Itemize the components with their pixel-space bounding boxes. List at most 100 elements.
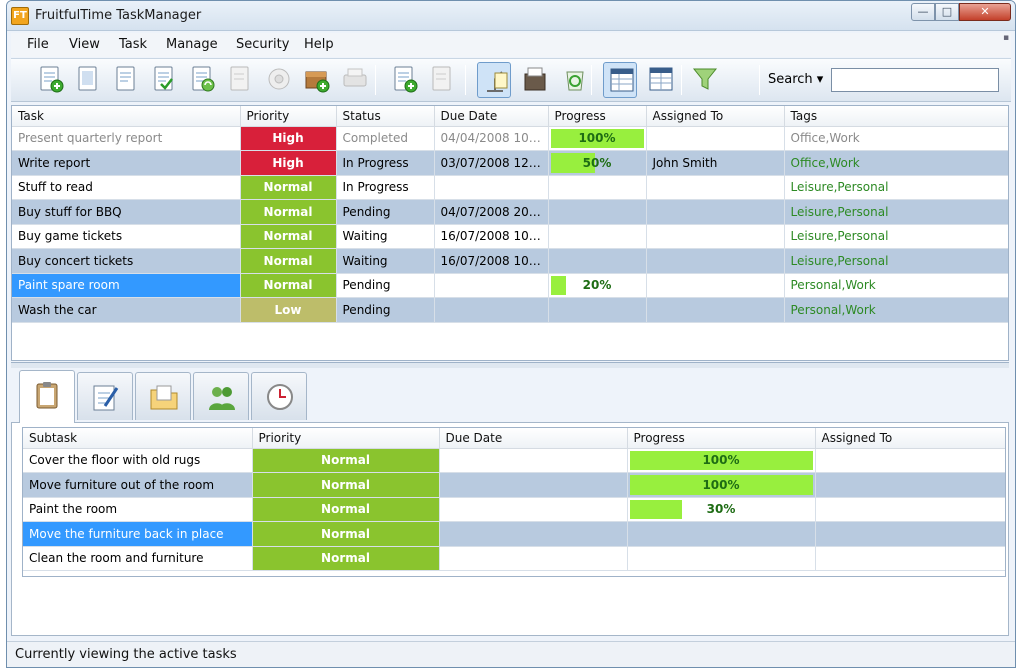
progress-cell[interactable] — [548, 199, 647, 225]
tags-cell[interactable]: Leisure,Personal — [784, 199, 1008, 225]
subtask-column-assigned-to[interactable]: Assigned To — [815, 428, 1005, 449]
status-cell[interactable]: Pending — [336, 199, 435, 225]
task-name-cell[interactable]: Present quarterly report — [12, 126, 241, 151]
task-name-cell[interactable]: Stuff to read — [12, 175, 241, 200]
tags-cell[interactable]: Leisure,Personal — [784, 248, 1008, 274]
menu-task[interactable]: Task — [119, 37, 147, 52]
due-date-cell[interactable] — [439, 472, 628, 498]
assigned-to-cell[interactable] — [646, 248, 785, 274]
status-cell[interactable]: Waiting — [336, 224, 435, 249]
priority-badge[interactable]: Normal — [252, 521, 440, 547]
subtask-row[interactable]: Move the furniture back in place Normal — [23, 521, 1005, 547]
assigned-to-cell[interactable] — [646, 199, 785, 225]
priority-badge[interactable]: Normal — [240, 224, 337, 249]
status-cell[interactable]: In Progress — [336, 175, 435, 200]
column-header-task[interactable]: Task — [12, 106, 241, 127]
splitter[interactable] — [11, 362, 1009, 368]
task-row[interactable]: Wash the car Low Pending Personal,Work — [12, 297, 1008, 323]
due-date-cell[interactable] — [434, 175, 549, 200]
new-subtask-icon[interactable] — [387, 62, 421, 98]
priority-badge[interactable]: Normal — [240, 273, 337, 298]
progress-cell[interactable]: 100% — [548, 126, 647, 151]
assigned-to-cell[interactable] — [815, 472, 1005, 498]
subtask-column-subtask[interactable]: Subtask — [23, 428, 253, 449]
due-date-cell[interactable] — [434, 273, 549, 298]
progress-cell[interactable]: 50% — [548, 150, 647, 176]
column-header-tags[interactable]: Tags — [784, 106, 1008, 127]
attachments-tab-icon[interactable] — [135, 372, 191, 420]
assigned-to-cell[interactable] — [815, 448, 1005, 473]
priority-badge[interactable]: Low — [240, 297, 337, 323]
assigned-to-cell[interactable] — [815, 546, 1005, 571]
subtask-row[interactable]: Cover the floor with old rugs Normal 100% — [23, 448, 1005, 473]
menu-manage[interactable]: Manage — [166, 37, 218, 52]
title-bar[interactable]: FT FruitfulTime TaskManager — □ ✕ — [7, 1, 1015, 31]
subtask-column-priority[interactable]: Priority — [252, 428, 440, 449]
assigned-to-cell[interactable] — [646, 273, 785, 298]
assigned-to-cell[interactable] — [646, 297, 785, 323]
task-name-cell[interactable]: Paint spare room — [12, 273, 241, 298]
assigned-to-cell[interactable] — [646, 126, 785, 151]
column-header-priority[interactable]: Priority — [240, 106, 337, 127]
subtask-row[interactable]: Move furniture out of the room Normal 100% — [23, 472, 1005, 498]
subtasks-tab-icon[interactable] — [19, 370, 75, 423]
subtask-name-cell[interactable]: Paint the room — [23, 497, 253, 522]
task-name-cell[interactable]: Write report — [12, 150, 241, 176]
due-date-cell[interactable] — [434, 297, 549, 323]
task-name-cell[interactable]: Buy game tickets — [12, 224, 241, 249]
time-tab-icon[interactable] — [251, 372, 307, 420]
progress-cell[interactable]: 30% — [627, 497, 816, 522]
due-date-cell[interactable]: 04/04/2008 10:00 — [434, 126, 549, 151]
notes-tab-icon[interactable] — [77, 372, 133, 420]
priority-badge[interactable]: Normal — [252, 472, 440, 498]
subtask-column-due-date[interactable]: Due Date — [439, 428, 628, 449]
task-row[interactable]: Paint spare room Normal Pending 20% Personal… — [12, 273, 1008, 298]
task-row[interactable]: Write report High In Progress 03/07/2008 12… — [12, 150, 1008, 176]
assigned-to-cell[interactable] — [646, 224, 785, 249]
detail-view-icon[interactable] — [643, 62, 677, 98]
due-date-cell[interactable]: 16/07/2008 10:00 — [434, 248, 549, 274]
progress-cell[interactable] — [627, 546, 816, 571]
assigned-to-cell[interactable] — [646, 175, 785, 200]
task-row[interactable]: Buy concert tickets Normal Waiting 16/07/20… — [12, 248, 1008, 274]
recycle-task-icon[interactable] — [185, 62, 219, 98]
progress-cell[interactable] — [548, 224, 647, 249]
maximize-button[interactable]: □ — [935, 3, 959, 21]
menu-view[interactable]: View — [69, 37, 100, 52]
menu-help[interactable]: Help — [304, 37, 334, 52]
progress-cell[interactable] — [548, 248, 647, 274]
search-label[interactable]: Search ▾ — [768, 72, 823, 87]
due-date-cell[interactable] — [439, 448, 628, 473]
menu-security[interactable]: Security — [236, 37, 289, 52]
priority-badge[interactable]: Normal — [252, 448, 440, 473]
task-list-icon[interactable] — [71, 62, 105, 98]
progress-cell[interactable]: 100% — [627, 448, 816, 473]
progress-cell[interactable]: 20% — [548, 273, 647, 298]
assigned-to-cell[interactable] — [815, 497, 1005, 522]
archive-icon[interactable] — [517, 62, 551, 98]
subtask-name-cell[interactable]: Cover the floor with old rugs — [23, 448, 253, 473]
priority-badge[interactable]: High — [240, 126, 337, 151]
complete-subtask-disabled-icon[interactable] — [425, 62, 459, 98]
due-date-cell[interactable]: 04/07/2008 20:00 — [434, 199, 549, 225]
new-task-icon[interactable] — [33, 62, 67, 98]
status-cell[interactable]: Pending — [336, 297, 435, 323]
task-name-cell[interactable]: Buy concert tickets — [12, 248, 241, 274]
priority-badge[interactable]: Normal — [240, 199, 337, 225]
delete-task-disabled-icon[interactable] — [261, 62, 295, 98]
priority-badge[interactable]: Normal — [240, 175, 337, 200]
search-input[interactable] — [831, 68, 999, 92]
tags-cell[interactable]: Office,Work — [784, 126, 1008, 151]
status-cell[interactable]: Pending — [336, 273, 435, 298]
status-cell[interactable]: Completed — [336, 126, 435, 151]
progress-cell[interactable] — [548, 297, 647, 323]
complete-task-icon[interactable] — [147, 62, 181, 98]
subtask-name-cell[interactable]: Move the furniture back in place — [23, 521, 253, 547]
status-cell[interactable]: In Progress — [336, 150, 435, 176]
task-details-icon[interactable] — [109, 62, 143, 98]
recycle-bin-icon[interactable] — [557, 62, 591, 98]
minimize-button[interactable]: — — [911, 3, 935, 21]
task-name-cell[interactable]: Buy stuff for BBQ — [12, 199, 241, 225]
copy-task-disabled-icon[interactable] — [223, 62, 257, 98]
tags-cell[interactable]: Personal,Work — [784, 273, 1008, 298]
